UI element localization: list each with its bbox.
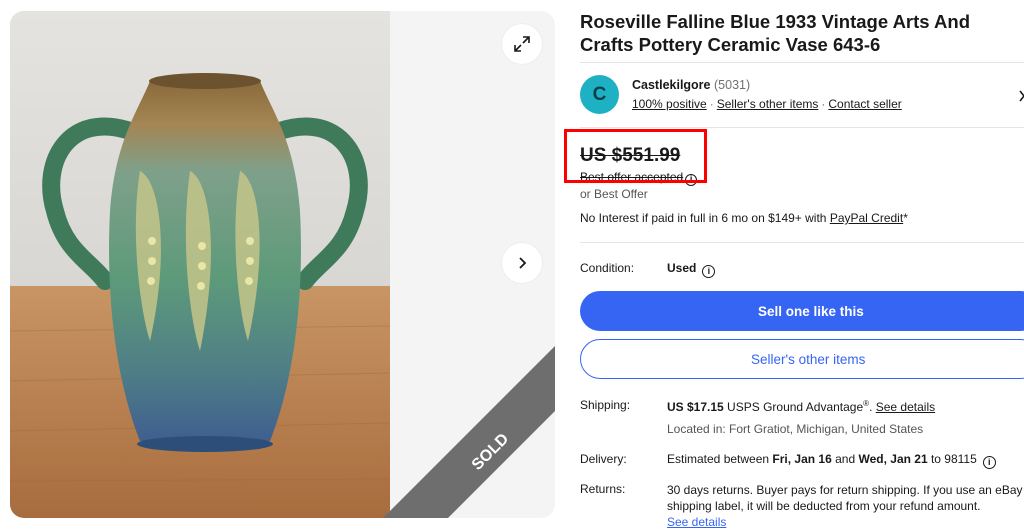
sell-one-like-this-button[interactable]: Sell one like this [580,291,1024,331]
delivery-prefix: Estimated between [667,452,773,466]
seller-avatar[interactable]: C [580,75,619,114]
condition-row: Used i [667,261,716,278]
divider [580,127,1024,128]
info-icon[interactable]: i [982,456,996,469]
seller-name[interactable]: Castlekilgore [632,78,711,92]
condition-label: Condition: [580,261,635,275]
no-interest-note: No Interest if paid in full in 6 mo on $… [580,211,908,225]
divider [580,62,1024,63]
positive-feedback-link[interactable]: 100% positive [632,97,707,111]
delivery-end: Wed, Jan 21 [858,452,928,466]
shipping-service: USPS Ground Advantage [723,400,864,414]
condition-value: Used [667,261,697,275]
returns-row: 30 days returns. Buyer pays for return s… [667,482,1023,530]
item-title: Roseville Falline Blue 1933 Vintage Arts… [580,11,970,55]
item-details: Roseville Falline Blue 1933 Vintage Arts… [580,0,1024,531]
divider [580,242,1024,243]
seller-name-row: Castlekilgore (5031) [632,78,750,92]
paypal-credit-link[interactable]: PayPal Credit [830,211,903,225]
delivery-and: and [831,452,859,466]
asterisk: * [903,211,908,225]
product-photo[interactable] [10,11,390,518]
sell-one-like-this-label: Sell one like this [758,303,864,319]
seller-links: 100% positive · Seller's other items · Conta… [632,97,902,111]
next-image-button[interactable] [502,243,542,283]
delivery-row: Estimated between Fri, Jan 16 and Wed, J… [667,452,996,469]
info-icon[interactable]: i [702,265,716,278]
chevron-right-icon [519,257,527,269]
seller-feedback-count: (5031) [714,78,751,92]
returns-see-details-link[interactable]: See details [667,515,726,529]
seller-other-items-link[interactable]: Seller's other items [717,97,819,111]
vase-image [10,11,390,518]
returns-label: Returns: [580,482,626,496]
no-interest-text: No Interest if paid in full in 6 mo on $… [580,211,830,225]
separator: · [821,97,826,111]
delivery-label: Delivery: [580,452,627,466]
item-location: Located in: Fort Gratiot, Michigan, Unit… [667,422,924,436]
image-gallery: SOLD [10,11,555,518]
or-best-offer: or Best Offer [580,187,648,201]
shipping-see-details-link[interactable]: See details [876,400,935,414]
returns-line-1: 30 days returns. Buyer pays for return s… [667,483,1023,497]
shipping-row: US $17.15 USPS Ground Advantage®. See de… [667,399,935,414]
contact-seller-link[interactable]: Contact seller [828,97,901,111]
sellers-other-items-button[interactable]: Seller's other items [580,339,1024,379]
sellers-other-items-label: Seller's other items [751,351,866,367]
delivery-suffix: to 98115 [927,452,977,466]
separator: · [709,97,714,111]
price-highlight-box [564,129,707,183]
expand-icon [514,36,530,52]
sold-label: SOLD [469,430,512,473]
delivery-start: Fri, Jan 16 [772,452,832,466]
expand-button[interactable] [502,24,542,64]
shipping-label: Shipping: [580,398,631,412]
seller-avatar-letter: C [592,83,607,105]
chevron-right-icon[interactable] [1018,90,1024,102]
returns-line-2: shipping label, it will be deducted from… [667,499,981,513]
shipping-dot: . [869,400,876,414]
shipping-cost: US $17.15 [667,400,724,414]
